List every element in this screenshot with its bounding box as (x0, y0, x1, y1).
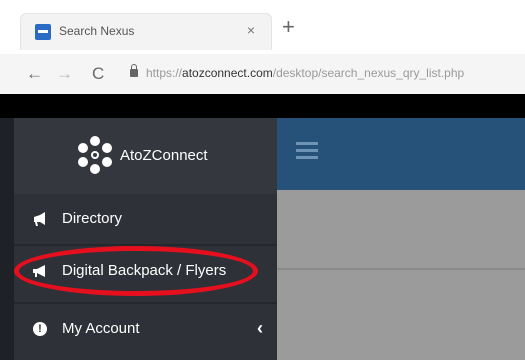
browser-tab-strip: Search Nexus × + (0, 0, 525, 54)
main-content (277, 190, 525, 360)
sidebar: AtoZConnect Directory Digital Backpack /… (14, 118, 277, 360)
chevron-left-icon[interactable]: ‹ (257, 318, 263, 339)
content-divider (277, 268, 525, 270)
menu-divider (14, 244, 277, 246)
tab-title: Search Nexus (59, 24, 135, 38)
main-top-bar (277, 118, 525, 190)
sidebar-item-my-account[interactable]: ! My Account ‹ (14, 306, 277, 354)
app-window: AtoZConnect Directory Digital Backpack /… (0, 118, 525, 360)
new-tab-button[interactable]: + (282, 16, 295, 38)
url-scheme: https:// (146, 66, 183, 80)
sidebar-item-label: Directory (62, 210, 123, 227)
site-favicon-icon (35, 24, 51, 40)
url-host: atozconnect.com (182, 66, 273, 80)
back-arrow-icon[interactable]: ← (26, 64, 43, 84)
megaphone-icon (33, 265, 45, 277)
sidebar-item-label: My Account (62, 320, 140, 337)
page-top-bar (0, 94, 525, 118)
brand-header[interactable]: AtoZConnect (14, 118, 277, 194)
url-path: /desktop/search_nexus_qry_list.php (272, 66, 465, 80)
forward-arrow-icon[interactable]: → (56, 64, 73, 84)
left-gutter (0, 118, 14, 360)
bullhorn-icon (34, 212, 45, 226)
browser-toolbar: ← → C https://atozconnect.com/desktop/se… (0, 54, 525, 94)
sidebar-item-digital-backpack[interactable]: Digital Backpack / Flyers (14, 248, 277, 296)
sidebar-item-label: Digital Backpack / Flyers (62, 262, 227, 279)
flower-logo-icon (78, 136, 112, 174)
reload-icon[interactable]: C (92, 64, 104, 84)
info-glyph: ! (33, 322, 47, 336)
brand-name: AtoZConnect (120, 147, 208, 164)
hamburger-menu-icon[interactable] (296, 142, 318, 160)
lock-icon[interactable] (130, 64, 138, 77)
info-circle-icon: ! (32, 321, 48, 337)
browser-tab[interactable]: Search Nexus × (20, 13, 272, 50)
menu-divider (14, 302, 277, 304)
address-bar[interactable]: https://atozconnect.com/desktop/search_n… (146, 66, 525, 80)
sidebar-item-directory[interactable]: Directory (14, 196, 277, 244)
tab-close-icon[interactable]: × (247, 22, 255, 38)
